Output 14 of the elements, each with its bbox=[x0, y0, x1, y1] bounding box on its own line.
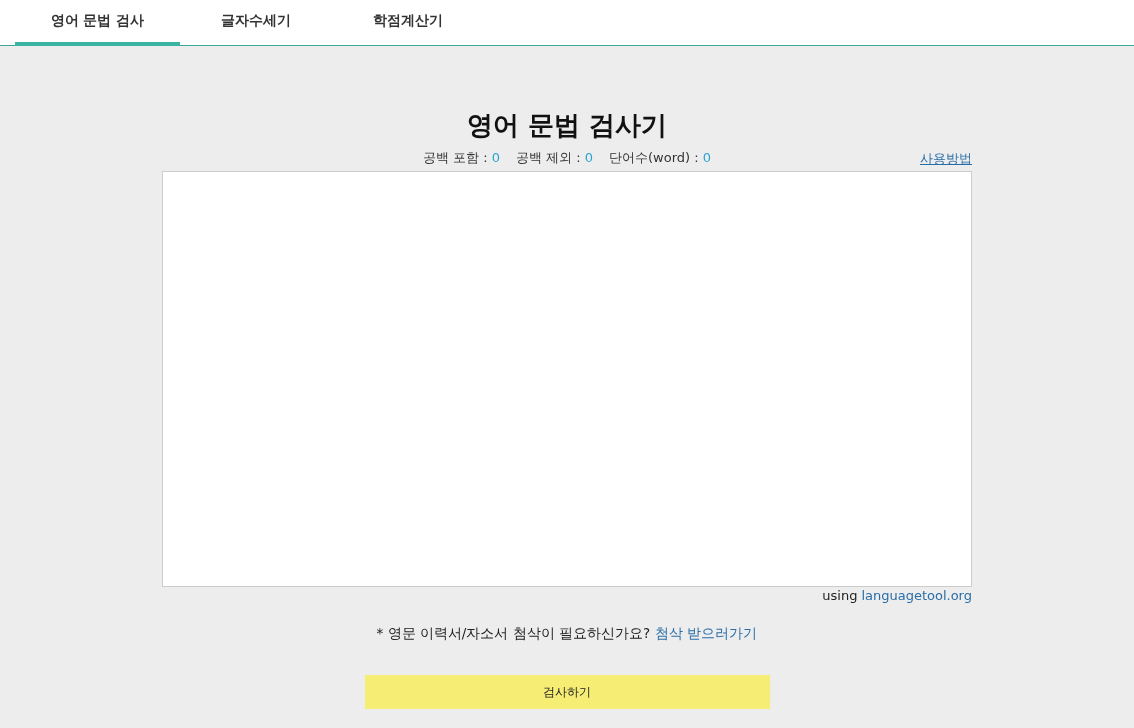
languagetool-link[interactable]: languagetool.org bbox=[861, 588, 972, 603]
stat-label: 공백 제외 : 0 bbox=[515, 149, 594, 167]
tab[interactable]: 학점계산기 bbox=[332, 0, 484, 46]
text-input-field[interactable] bbox=[162, 171, 972, 587]
stat-label: 공백 포함 : 0 bbox=[422, 149, 500, 167]
notice-text: * 영문 이력서/자소서 첨삭이 필요하신가요? bbox=[376, 625, 651, 643]
stat-label: 단어수(word) : 0 bbox=[609, 149, 712, 167]
credit-text: using bbox=[822, 588, 858, 603]
tab[interactable]: 글자수세기 bbox=[180, 0, 332, 46]
usage-link[interactable]: 사용방법 bbox=[920, 150, 972, 168]
check-button[interactable]: 검사하기 bbox=[364, 675, 770, 709]
tab[interactable]: 영어 문법 검사 bbox=[15, 0, 180, 46]
proofread-link[interactable]: 첨삭 받으러가기 bbox=[655, 625, 758, 643]
page-title: 영어 문법 검사기 bbox=[466, 109, 668, 142]
